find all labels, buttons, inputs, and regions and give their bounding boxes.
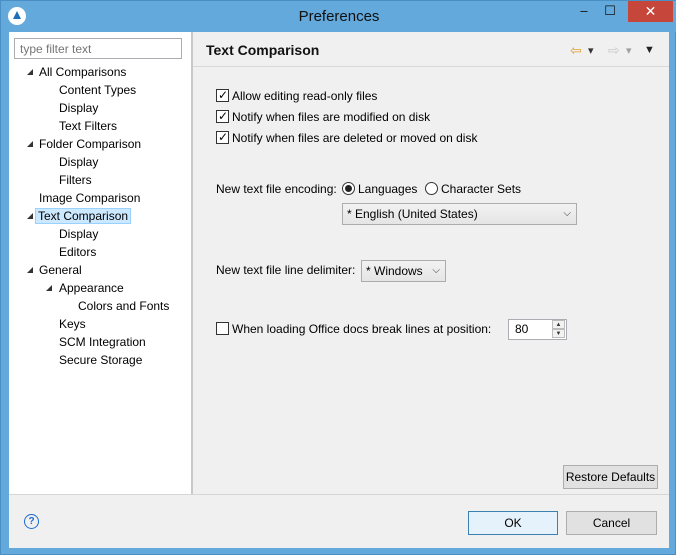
encoding-label: New text file encoding: [216, 182, 337, 196]
back-dropdown-icon[interactable]: ▾ [588, 44, 594, 60]
tree-item-label: Folder Comparison [39, 137, 142, 151]
radio-label: Languages [358, 182, 418, 196]
forward-icon[interactable]: ⇨ [608, 42, 620, 58]
forward-dropdown-icon[interactable]: ▾ [626, 44, 632, 60]
tree-item-label: Text Comparison [35, 208, 132, 224]
tree-item-label: Image Comparison [39, 191, 141, 205]
tree-item-appearance[interactable]: Appearance [45, 279, 124, 297]
minimize-button[interactable]: ‒ [571, 1, 597, 22]
tree-item-display[interactable]: Display [59, 153, 98, 171]
title-bar[interactable]: Preferences ‒ ☐ ✕ [1, 1, 676, 32]
checkbox-box[interactable] [216, 87, 229, 103]
chevron-down-icon: ⌵ [563, 208, 571, 219]
tree-item-general[interactable]: General [26, 261, 82, 279]
checkbox-box[interactable] [216, 322, 229, 335]
ok-button[interactable]: OK [468, 511, 558, 535]
restore-defaults-button[interactable]: Restore Defaults [563, 465, 658, 489]
checkbox-label: Allow editing read-only files [232, 89, 378, 103]
view-menu-icon[interactable]: ▼ [644, 44, 655, 60]
delimiter-select-value: * Windows [366, 264, 423, 278]
header-divider [193, 66, 669, 67]
tree-item-label: Display [59, 155, 99, 169]
page-title: Text Comparison [206, 42, 320, 58]
tree-item-secure-storage[interactable]: Secure Storage [59, 351, 142, 369]
radio-label: Character Sets [441, 182, 522, 196]
preferences-window: Preferences ‒ ☐ ✕ All Comparisons Conten… [0, 0, 676, 555]
delimiter-select[interactable]: * Windows ⌵ [361, 260, 446, 282]
tree-item-keys[interactable]: Keys [59, 315, 86, 333]
radio-dot[interactable] [425, 182, 438, 195]
collapse-icon[interactable] [45, 284, 53, 292]
tree-item-label: Display [59, 227, 99, 241]
tree-item-label: All Comparisons [39, 65, 127, 79]
character-sets-radio[interactable]: Character Sets [425, 181, 521, 197]
break-position-spinner[interactable]: 80 ▲ ▼ [508, 319, 567, 340]
tree-item-label: Colors and Fonts [78, 299, 170, 313]
tree-item-label: Appearance [59, 281, 124, 295]
tree-item-colors-and-fonts[interactable]: Colors and Fonts [78, 297, 169, 315]
back-icon[interactable]: ⇦ [570, 42, 582, 58]
tree-item-label: Editors [59, 245, 97, 259]
collapse-icon[interactable] [26, 68, 34, 76]
tree-item-display[interactable]: Display [59, 225, 98, 243]
cancel-button[interactable]: Cancel [566, 511, 657, 535]
tree-item-label: Secure Storage [59, 353, 143, 367]
close-button[interactable]: ✕ [628, 1, 673, 22]
checkbox-label: Notify when files are deleted or moved o… [232, 131, 478, 145]
dialog-footer: ? OK Cancel [9, 494, 669, 548]
tree-item-text-filters[interactable]: Text Filters [59, 117, 117, 135]
chevron-down-icon: ⌵ [432, 265, 440, 276]
tree-item-display[interactable]: Display [59, 99, 98, 117]
tree-item-label: Content Types [59, 83, 137, 97]
encoding-select[interactable]: * English (United States) ⌵ [342, 203, 577, 225]
tree-item-image-comparison[interactable]: Image Comparison [39, 189, 140, 207]
filter-input[interactable] [14, 38, 182, 59]
spinner-down-icon[interactable]: ▼ [552, 329, 565, 338]
dialog-client: All Comparisons Content Types Display Te… [9, 32, 669, 548]
tree-item-label: Text Filters [59, 119, 118, 133]
preference-tree-panel: All Comparisons Content Types Display Te… [9, 32, 192, 494]
tree-item-label: Display [59, 101, 99, 115]
checkbox-label: Notify when files are modified on disk [232, 110, 431, 124]
tree-item-scm-integration[interactable]: SCM Integration [59, 333, 146, 351]
checkbox-box[interactable] [216, 129, 229, 145]
checkbox-box[interactable] [216, 108, 229, 124]
collapse-icon[interactable] [26, 212, 34, 220]
help-icon[interactable]: ? [24, 514, 39, 529]
preference-page: Text Comparison ⇦ ▾ ⇨ ▾ ▼ Allow editing … [193, 32, 669, 494]
allow-editing-readonly-checkbox[interactable]: Allow editing read-only files [216, 87, 378, 105]
delimiter-label: New text file line delimiter: [216, 263, 356, 277]
radio-dot[interactable] [342, 182, 355, 195]
tree-item-label: General [39, 263, 82, 277]
collapse-icon[interactable] [26, 266, 34, 274]
tree-item-folder-comparison[interactable]: Folder Comparison [26, 135, 141, 153]
encoding-select-value: * English (United States) [347, 207, 478, 221]
tree-item-text-comparison[interactable]: Text Comparison [26, 207, 132, 225]
tree-item-filters[interactable]: Filters [59, 171, 92, 189]
notify-deleted-checkbox[interactable]: Notify when files are deleted or moved o… [216, 129, 478, 147]
tree-item-label: Keys [59, 317, 86, 331]
tree-item-label: Filters [59, 173, 92, 187]
tree-item-editors[interactable]: Editors [59, 243, 96, 261]
tree-item-label: SCM Integration [59, 335, 146, 349]
office-break-lines-checkbox[interactable]: When loading Office docs break lines at … [216, 321, 491, 338]
maximize-button[interactable]: ☐ [597, 1, 623, 22]
spinner-value[interactable]: 80 [515, 322, 528, 336]
collapse-icon[interactable] [26, 140, 34, 148]
tree-item-content-types[interactable]: Content Types [59, 81, 136, 99]
languages-radio[interactable]: Languages [342, 181, 417, 197]
tree-item-all-comparisons[interactable]: All Comparisons [26, 63, 126, 81]
checkbox-label: When loading Office docs break lines at … [232, 322, 492, 336]
notify-modified-checkbox[interactable]: Notify when files are modified on disk [216, 108, 431, 126]
spinner-up-icon[interactable]: ▲ [552, 320, 565, 329]
